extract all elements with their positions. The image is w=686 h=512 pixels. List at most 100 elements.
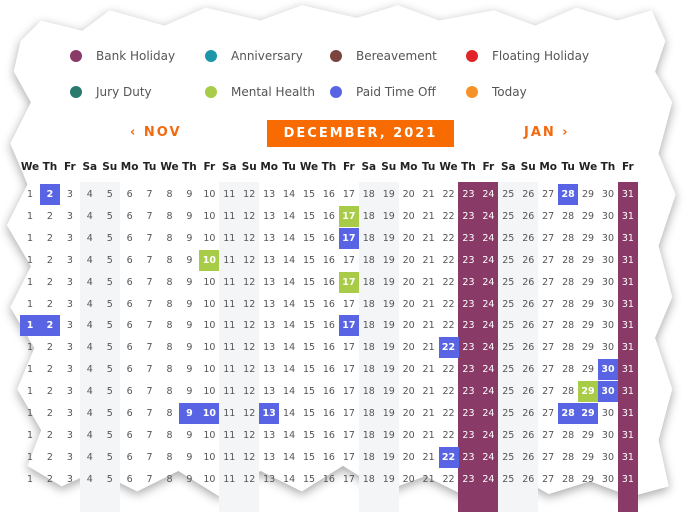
day-cell-bank-holiday[interactable]: 23 [458,294,478,315]
day-cell[interactable]: 17 [339,359,359,380]
day-cell[interactable]: 7 [140,184,160,205]
day-cell-bank-holiday[interactable]: 24 [478,447,498,468]
day-cell[interactable]: 10 [199,294,219,315]
day-cell[interactable]: 4 [80,359,100,380]
day-cell[interactable]: 30 [598,315,618,336]
day-cell[interactable]: 12 [239,272,259,293]
day-cell[interactable]: 21 [419,469,439,490]
day-cell[interactable]: 25 [498,469,518,490]
day-cell[interactable]: 11 [219,469,239,490]
day-cell[interactable]: 18 [359,447,379,468]
day-cell[interactable]: 13 [259,250,279,271]
day-cell[interactable]: 7 [140,228,160,249]
day-cell[interactable]: 4 [80,250,100,271]
day-cell[interactable]: 1 [20,403,40,424]
day-cell[interactable]: 11 [219,315,239,336]
day-cell-bank-holiday[interactable]: 24 [478,337,498,358]
day-cell[interactable]: 18 [359,359,379,380]
day-cell[interactable]: 20 [399,381,419,402]
day-cell[interactable]: 16 [319,184,339,205]
day-cell[interactable]: 18 [359,250,379,271]
day-cell-mental-health[interactable]: 17 [338,271,359,293]
day-cell-paid-time-off[interactable]: 2 [39,184,60,205]
day-cell-bank-holiday[interactable]: 23 [458,228,478,249]
day-cell[interactable]: 27 [538,381,558,402]
day-cell[interactable]: 28 [558,294,578,315]
day-cell[interactable]: 10 [199,315,219,336]
day-cell[interactable]: 25 [498,272,518,293]
day-cell[interactable]: 28 [558,250,578,271]
day-cell[interactable]: 8 [160,228,180,249]
day-cell[interactable]: 21 [419,447,439,468]
day-cell-bank-holiday[interactable]: 23 [458,184,478,205]
day-cell[interactable]: 5 [100,272,120,293]
day-cell[interactable]: 22 [439,403,459,424]
day-cell[interactable]: 2 [40,272,60,293]
day-cell[interactable]: 4 [80,337,100,358]
day-cell[interactable]: 15 [299,228,319,249]
day-cell[interactable]: 7 [140,315,160,336]
day-cell[interactable]: 6 [120,469,140,490]
day-cell[interactable]: 29 [578,359,598,380]
day-cell[interactable]: 27 [538,359,558,380]
day-cell[interactable]: 5 [100,184,120,205]
day-cell[interactable]: 22 [439,228,459,249]
day-cell[interactable]: 2 [40,425,60,446]
day-cell[interactable]: 19 [379,228,399,249]
day-cell-paid-time-off[interactable]: 28 [558,184,579,205]
day-cell[interactable]: 4 [80,425,100,446]
day-cell[interactable]: 25 [498,425,518,446]
day-cell-bank-holiday[interactable]: 23 [458,425,478,446]
day-cell[interactable]: 19 [379,315,399,336]
day-cell[interactable]: 22 [439,294,459,315]
day-cell[interactable]: 8 [160,272,180,293]
day-cell[interactable]: 20 [399,184,419,205]
day-cell[interactable]: 9 [179,228,199,249]
day-cell[interactable]: 11 [219,250,239,271]
day-cell[interactable]: 11 [219,403,239,424]
day-cell[interactable]: 12 [239,403,259,424]
day-cell[interactable]: 5 [100,294,120,315]
day-cell-paid-time-off[interactable]: 9 [179,403,200,424]
day-cell-mental-health[interactable]: 17 [338,205,359,227]
day-cell[interactable]: 5 [100,425,120,446]
day-cell[interactable]: 10 [199,425,219,446]
day-cell[interactable]: 10 [199,381,219,402]
day-cell[interactable]: 16 [319,469,339,490]
day-cell[interactable]: 30 [598,250,618,271]
day-cell[interactable]: 27 [538,272,558,293]
day-cell[interactable]: 22 [439,315,459,336]
day-cell-bank-holiday[interactable]: 31 [618,337,638,358]
day-cell[interactable]: 11 [219,425,239,446]
day-cell[interactable]: 4 [80,403,100,424]
day-cell[interactable]: 12 [239,250,259,271]
prev-month-button[interactable]: ‹ NOV [130,125,182,140]
day-cell[interactable]: 12 [239,381,259,402]
day-cell[interactable]: 19 [379,337,399,358]
day-cell[interactable]: 3 [60,206,80,227]
day-cell-bank-holiday[interactable]: 23 [458,315,478,336]
day-cell[interactable]: 9 [179,337,199,358]
day-cell[interactable]: 10 [199,469,219,490]
day-cell-bank-holiday[interactable]: 31 [618,206,638,227]
day-cell[interactable]: 30 [598,184,618,205]
day-cell[interactable]: 28 [558,272,578,293]
day-cell[interactable]: 10 [199,184,219,205]
day-cell-bank-holiday[interactable]: 23 [458,381,478,402]
day-cell[interactable]: 13 [259,447,279,468]
day-cell[interactable]: 16 [319,228,339,249]
day-cell[interactable]: 9 [179,447,199,468]
day-cell[interactable]: 7 [140,359,160,380]
day-cell[interactable]: 18 [359,184,379,205]
day-cell[interactable]: 17 [339,469,359,490]
day-cell[interactable]: 26 [518,184,538,205]
day-cell[interactable]: 9 [179,381,199,402]
day-cell[interactable]: 12 [239,469,259,490]
day-cell-paid-time-off[interactable]: 13 [259,403,280,424]
day-cell[interactable]: 1 [20,206,40,227]
day-cell[interactable]: 25 [498,381,518,402]
day-cell-paid-time-off[interactable]: 17 [338,227,359,249]
day-cell-bank-holiday[interactable]: 23 [458,447,478,468]
day-cell[interactable]: 15 [299,250,319,271]
day-cell[interactable]: 6 [120,337,140,358]
